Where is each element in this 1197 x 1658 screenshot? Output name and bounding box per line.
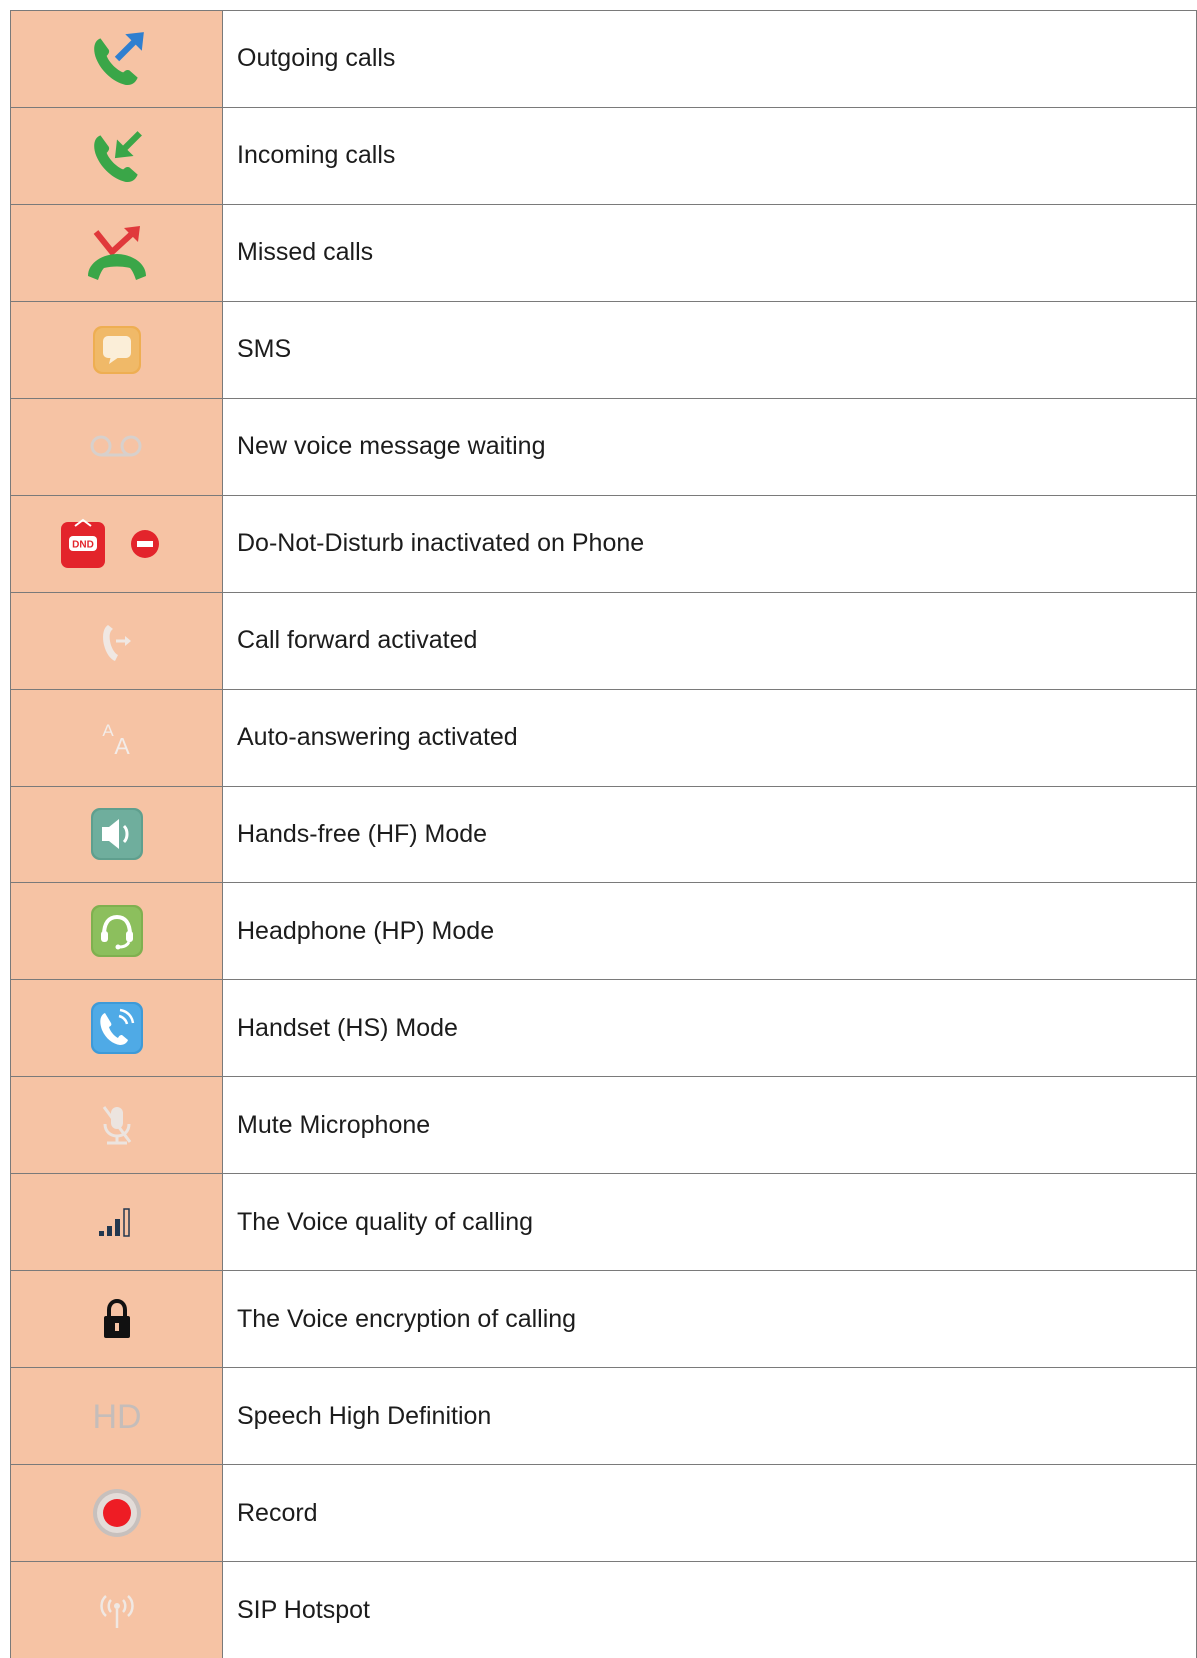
description-cell: SMS (222, 300, 1197, 399)
speaker-icon (87, 804, 147, 864)
table-row: Mute Microphone (10, 1076, 1197, 1175)
icon-cell (10, 979, 223, 1078)
icon-cell: DND (10, 494, 223, 593)
icon-cell (10, 1270, 223, 1369)
table-row: Record (10, 1464, 1197, 1562)
table-row: Call forward activated (10, 591, 1197, 690)
icon-cell (10, 203, 223, 302)
handset-icon (87, 998, 147, 1058)
description-cell: Auto-answering activated (222, 688, 1197, 787)
table-row: New voice message waiting (10, 397, 1197, 496)
icon-cell (10, 1561, 223, 1658)
voicemail-icon (85, 432, 149, 462)
call-forward-icon (100, 619, 134, 663)
description-cell: Do-Not-Disturb inactivated on Phone (222, 494, 1197, 593)
table-row: Incoming calls (10, 106, 1197, 205)
incoming-call-icon (86, 125, 148, 187)
table-row: Outgoing calls (10, 10, 1197, 108)
icon-cell (10, 106, 223, 205)
sip-hotspot-icon (92, 1588, 142, 1632)
icon-cell (10, 785, 223, 884)
svg-text:A: A (102, 721, 114, 740)
table-row: Hands-free (HF) Mode (10, 785, 1197, 884)
description-cell: Hands-free (HF) Mode (222, 785, 1197, 884)
icon-cell: HD (10, 1367, 223, 1466)
table-row: The Voice encryption of calling (10, 1270, 1197, 1369)
hd-icon: HD (77, 1396, 157, 1436)
table-row: Headphone (HP) Mode (10, 882, 1197, 981)
table-row: DND Do-Not-Disturb inactivated on Phone (10, 494, 1197, 593)
icon-cell (10, 10, 223, 108)
table-row: SIP Hotspot (10, 1561, 1197, 1658)
auto-answer-icon: A A (95, 716, 139, 760)
icon-cell (10, 591, 223, 690)
headphone-icon (87, 901, 147, 961)
description-cell: Outgoing calls (222, 10, 1197, 108)
description-cell: Headphone (HP) Mode (222, 882, 1197, 981)
table-row: Missed calls (10, 203, 1197, 302)
sms-icon (89, 322, 145, 378)
table-body: Outgoing calls Incoming calls Missed cal… (10, 10, 1197, 1658)
table-row: SMS (10, 300, 1197, 399)
table-row: The Voice quality of calling (10, 1173, 1197, 1272)
description-cell: Speech High Definition (222, 1367, 1197, 1466)
outgoing-call-icon (86, 28, 148, 90)
icon-cell: A A (10, 688, 223, 787)
description-cell: Handset (HS) Mode (222, 979, 1197, 1078)
signal-quality-icon (97, 1205, 137, 1239)
description-cell: The Voice encryption of calling (222, 1270, 1197, 1369)
record-icon (89, 1485, 145, 1541)
description-cell: Missed calls (222, 203, 1197, 302)
description-cell: SIP Hotspot (222, 1561, 1197, 1658)
missed-call-icon (84, 222, 150, 284)
icon-cell (10, 397, 223, 496)
status-icon-table: Outgoing calls Incoming calls Missed cal… (10, 10, 1197, 1658)
description-cell: Incoming calls (222, 106, 1197, 205)
description-cell: Call forward activated (222, 591, 1197, 690)
icon-cell (10, 882, 223, 981)
icon-cell (10, 1464, 223, 1562)
icon-cell (10, 300, 223, 399)
icon-cell (10, 1173, 223, 1272)
dnd-icon: DND (57, 516, 177, 572)
description-cell: Mute Microphone (222, 1076, 1197, 1175)
svg-text:A: A (114, 733, 130, 759)
svg-text:DND: DND (72, 539, 94, 550)
svg-text:HD: HD (92, 1398, 141, 1436)
description-cell: Record (222, 1464, 1197, 1562)
mute-microphone-icon (97, 1102, 137, 1148)
description-cell: The Voice quality of calling (222, 1173, 1197, 1272)
table-row: HD Speech High Definition (10, 1367, 1197, 1466)
table-row: A A Auto-answering activated (10, 688, 1197, 787)
table-row: Handset (HS) Mode (10, 979, 1197, 1078)
description-cell: New voice message waiting (222, 397, 1197, 496)
lock-icon (100, 1297, 134, 1341)
icon-cell (10, 1076, 223, 1175)
